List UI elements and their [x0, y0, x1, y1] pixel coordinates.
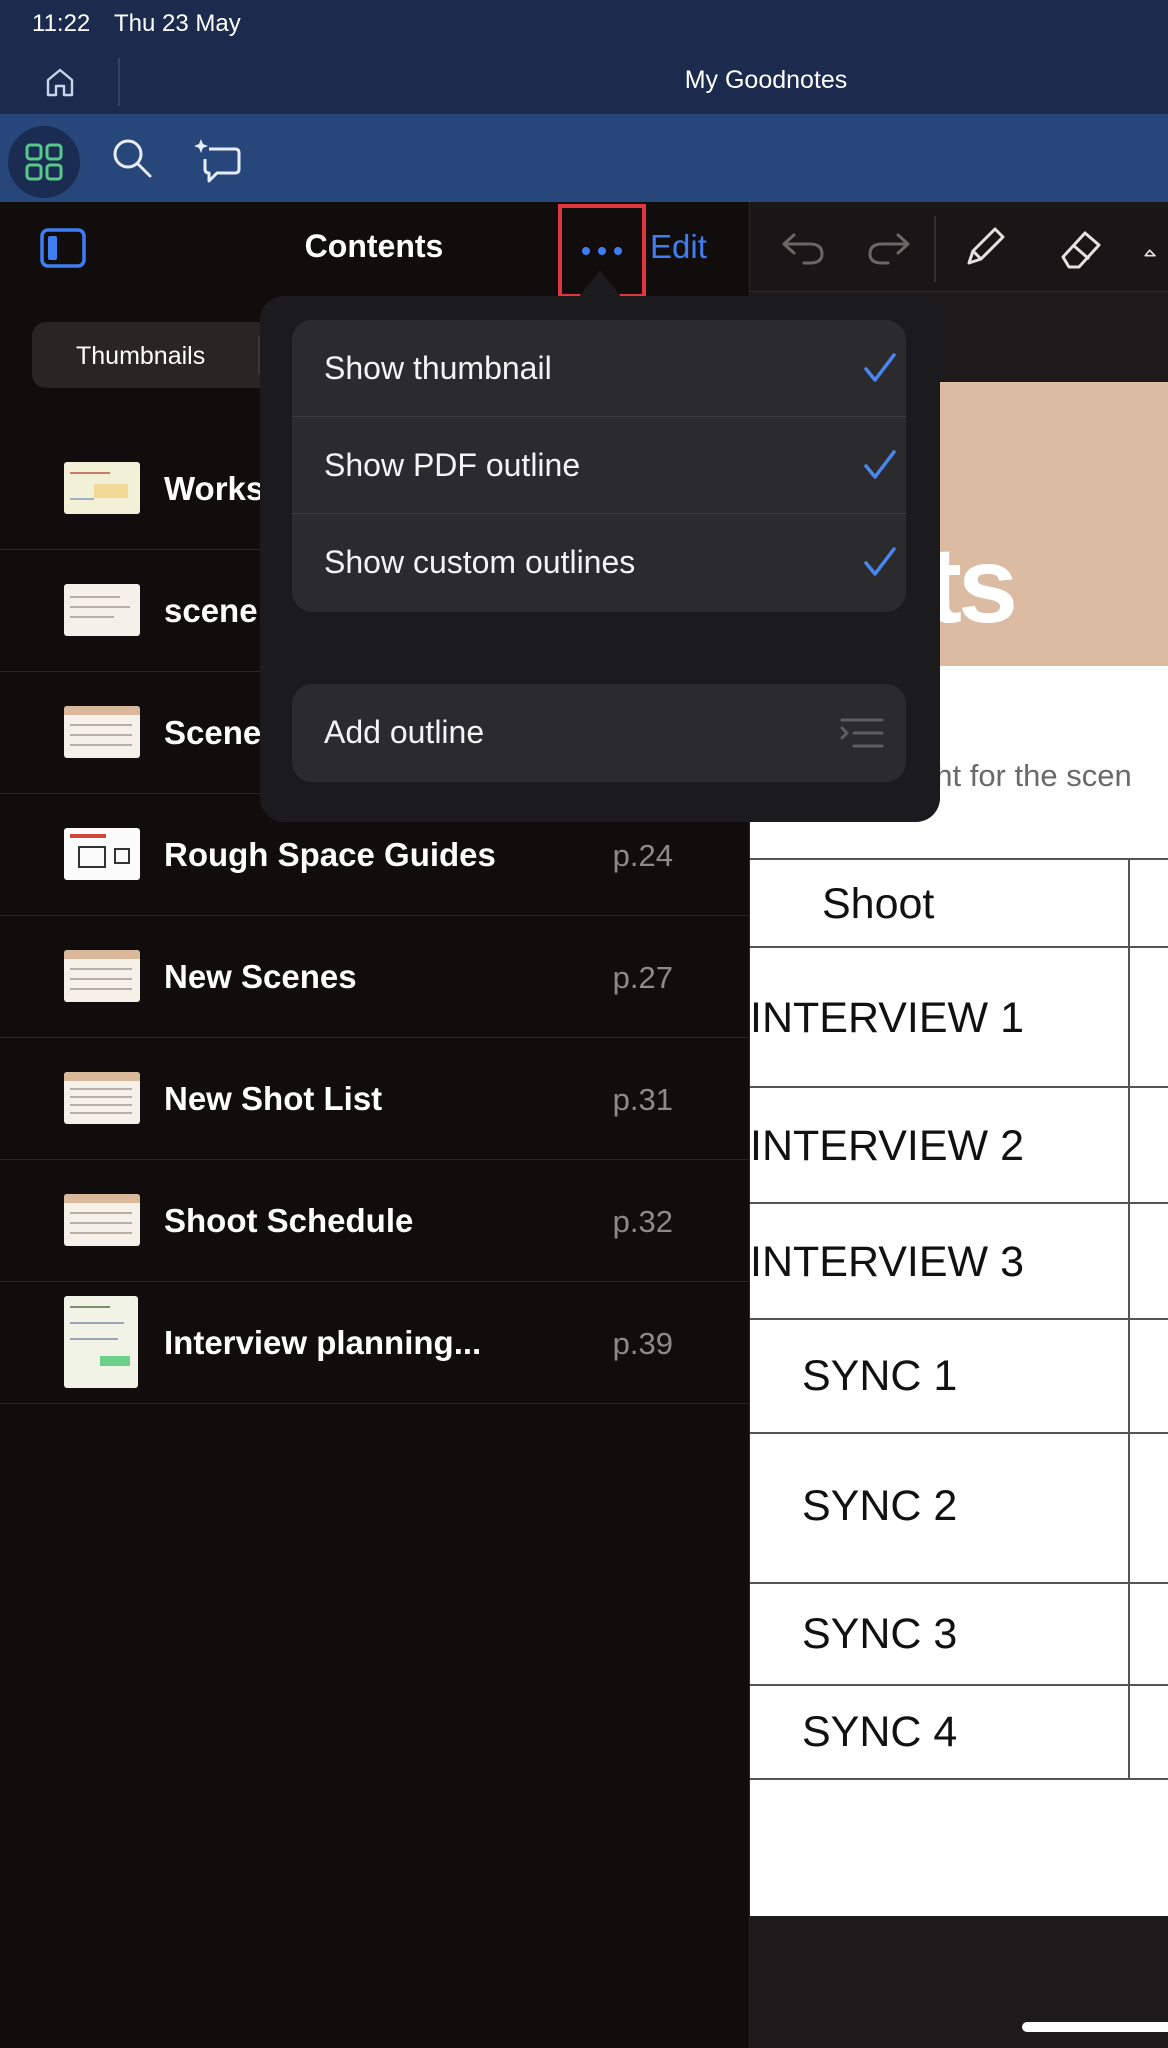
table-header-cell: Shoot	[822, 880, 935, 928]
table-row: SYNC 3	[750, 1584, 1168, 1686]
checkmark-icon	[864, 353, 896, 382]
table-cell: SYNC 1	[802, 1352, 958, 1400]
highlighter-tool-button[interactable]	[1142, 222, 1168, 272]
highlighter-icon	[1144, 249, 1156, 257]
pen-icon	[967, 227, 1005, 265]
ai-chat-button[interactable]	[188, 130, 248, 190]
undo-button[interactable]	[778, 222, 828, 272]
table-row: SYNC 1	[750, 1320, 1168, 1434]
search-icon	[113, 139, 152, 178]
page-thumbnail	[64, 1194, 140, 1246]
list-item-page: p.39	[612, 1326, 673, 1361]
page-thumbnail	[64, 1296, 138, 1388]
page-thumbnail	[64, 706, 140, 758]
table-cell: INTERVIEW 2	[750, 1122, 1024, 1170]
segment-thumbnails[interactable]: Thumbnails	[76, 342, 205, 371]
outline-list-icon	[840, 718, 884, 748]
table-cell: SYNC 2	[802, 1482, 958, 1530]
list-item[interactable]: Shoot Schedule p.32	[0, 1160, 749, 1282]
list-item-title: Interview planning...	[164, 1324, 482, 1361]
list-item-title: scene	[164, 592, 258, 629]
page-subtitle: ght for the scen	[918, 758, 1132, 793]
title-divider	[118, 58, 120, 106]
list-item-title: Scene	[164, 714, 262, 751]
table-cell: SYNC 3	[802, 1610, 958, 1658]
table-row: SYNC 4	[750, 1686, 1168, 1780]
sparkle-chat-icon	[194, 139, 241, 183]
redo-button[interactable]	[864, 222, 914, 272]
table-row: SYNC 2	[750, 1434, 1168, 1584]
status-time: 11:22	[32, 10, 91, 37]
eraser-icon	[1061, 231, 1101, 269]
home-indicator	[1022, 2022, 1168, 2032]
list-item-page: p.31	[612, 1082, 673, 1117]
library-toolbar	[0, 114, 1168, 202]
contents-options-popover: Show thumbnail Show PDF outline Show cus…	[260, 296, 940, 822]
list-item-title: New Scenes	[164, 958, 357, 995]
redo-icon	[868, 233, 910, 265]
table-row: INTERVIEW 1	[750, 948, 1168, 1088]
window-title: My Goodnotes	[684, 66, 848, 94]
list-item-title: Rough Space Guides	[164, 836, 496, 873]
table-row: INTERVIEW 3	[750, 1204, 1168, 1320]
list-item-title: Shoot Schedule	[164, 1202, 414, 1239]
table-header-row: Shoot	[750, 860, 1168, 948]
popover-arrow	[578, 270, 622, 298]
shoot-table: Shoot INTERVIEW 1 INTERVIEW 2 INTERVIEW …	[750, 858, 1168, 1780]
list-item-page: p.27	[612, 960, 673, 995]
title-bar: 11:22 Thu 23 May My Goodnotes	[0, 0, 1168, 114]
page-thumbnail	[64, 584, 140, 636]
ellipsis-icon	[582, 247, 622, 255]
list-item[interactable]: New Scenes p.27	[0, 916, 749, 1038]
list-item[interactable]: Interview planning... p.39	[0, 1282, 749, 1404]
add-outline-button[interactable]: Add outline	[292, 684, 906, 782]
search-button[interactable]	[104, 130, 160, 186]
page-thumbnail	[64, 462, 140, 514]
option-show-thumbnail[interactable]: Show thumbnail	[292, 320, 906, 417]
option-label: Show PDF outline	[324, 447, 581, 483]
table-cell: INTERVIEW 3	[750, 1238, 1024, 1286]
list-item-title: Works	[164, 470, 265, 507]
toolbar-divider	[934, 216, 936, 282]
undo-icon	[782, 233, 824, 265]
home-icon	[46, 68, 74, 97]
edit-button[interactable]: Edit	[650, 228, 707, 266]
eraser-tool-button[interactable]	[1056, 222, 1106, 272]
home-button[interactable]	[30, 58, 90, 106]
option-show-custom-outlines[interactable]: Show custom outlines	[292, 514, 906, 611]
table-cell: INTERVIEW 1	[750, 994, 1024, 1042]
list-item[interactable]: New Shot List p.31	[0, 1038, 749, 1160]
option-label: Show custom outlines	[324, 544, 636, 580]
grid-icon	[25, 143, 63, 181]
status-date: Thu 23 May	[114, 10, 241, 37]
sidebar-icon	[40, 228, 86, 268]
editor-toolbar	[750, 202, 1168, 292]
checkmark-icon	[864, 450, 896, 479]
list-item-page: p.24	[612, 838, 673, 873]
option-label: Show thumbnail	[324, 350, 552, 386]
checkmark-icon	[864, 547, 896, 576]
sidebar-toggle-button[interactable]	[40, 228, 86, 268]
page-thumbnail	[64, 1072, 140, 1124]
table-row: INTERVIEW 2	[750, 1088, 1168, 1204]
table-cell: SYNC 4	[802, 1708, 958, 1756]
option-show-pdf-outline[interactable]: Show PDF outline	[292, 417, 906, 514]
list-item-page: p.32	[612, 1204, 673, 1239]
page-thumbnail	[64, 950, 140, 1002]
grid-view-button[interactable]	[8, 126, 80, 198]
page-thumbnail	[64, 828, 140, 880]
list-item-title: New Shot List	[164, 1080, 383, 1117]
sidebar-title: Contents	[304, 228, 444, 264]
pen-tool-button[interactable]	[960, 222, 1010, 272]
add-outline-label: Add outline	[324, 714, 485, 750]
display-options-group: Show thumbnail Show PDF outline Show cus…	[292, 320, 906, 612]
